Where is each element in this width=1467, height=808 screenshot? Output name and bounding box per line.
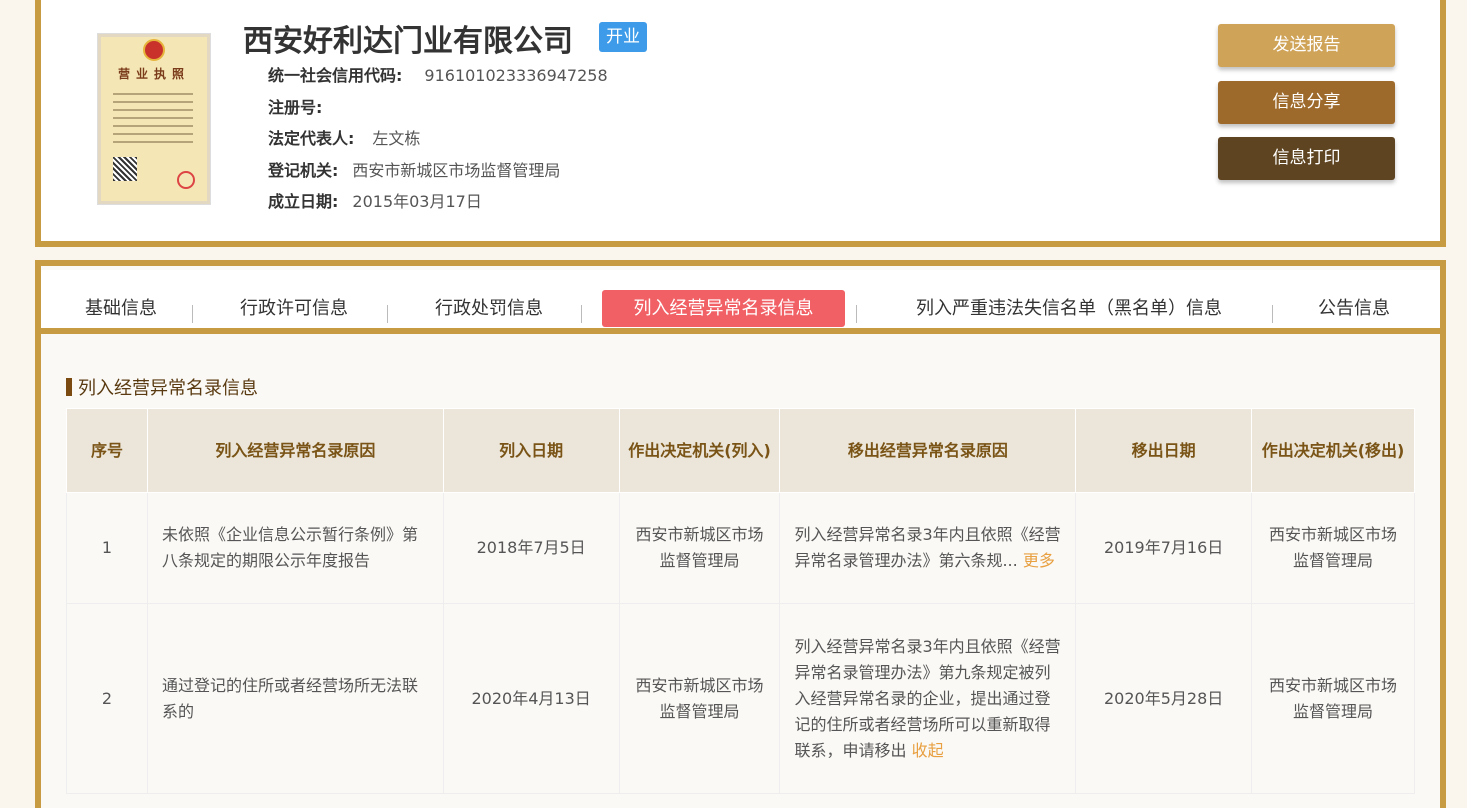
cell-authority-in: 西安市新城区市场监督管理局 — [618, 492, 781, 604]
tab-abnormal-operations[interactable]: 列入经营异常名录信息 — [602, 290, 845, 327]
establishment-date-label: 成立日期: — [268, 192, 339, 211]
registration-authority-label: 登记机关: — [268, 161, 339, 180]
tab-separator — [1272, 305, 1273, 323]
column-header-authority-in: 作出决定机关(列入) — [618, 408, 781, 493]
registration-authority-row: 登记机关: 西安市新城区市场监督管理局 — [268, 157, 560, 181]
tab-separator — [581, 305, 582, 323]
send-report-button[interactable]: 发送报告 — [1218, 24, 1395, 67]
print-info-button[interactable]: 信息打印 — [1218, 137, 1395, 180]
registration-number-label: 注册号: — [268, 98, 323, 117]
cell-authority-out: 西安市新城区市场监督管理局 — [1251, 492, 1415, 604]
table-header-row: 序号 列入经营异常名录原因 列入日期 作出决定机关(列入) 移出经营异常名录原因… — [66, 408, 1415, 493]
legal-representative-row: 法定代表人: 左文栋 — [268, 125, 420, 149]
tab-blacklist[interactable]: 列入严重违法失信名单（黑名单）信息 — [887, 290, 1251, 327]
license-title: 营业执照 — [117, 67, 190, 81]
column-header-date-out: 移出日期 — [1075, 408, 1253, 493]
cell-date-in: 2018年7月5日 — [442, 492, 620, 604]
official-stamp-icon — [177, 171, 195, 189]
company-header-card: 营业执照 西安好利达门业有限公司 开业 统一社会信用代码: 91610102333… — [35, 0, 1446, 247]
details-card: 基础信息 行政许可信息 行政处罚信息 列入经营异常名录信息 列入严重违法失信名单… — [35, 260, 1446, 808]
column-header-number: 序号 — [66, 408, 148, 493]
business-license-image: 营业执照 — [98, 34, 210, 204]
abnormal-operations-table: 序号 列入经营异常名录原因 列入日期 作出决定机关(列入) 移出经营异常名录原因… — [66, 408, 1415, 794]
tab-separator — [192, 305, 193, 323]
establishment-date-row: 成立日期: 2015年03月17日 — [268, 188, 482, 212]
tab-announcements[interactable]: 公告信息 — [1299, 290, 1409, 327]
column-header-date-in: 列入日期 — [442, 408, 620, 493]
license-text-lines — [113, 93, 193, 149]
cell-date-out: 2019年7月16日 — [1075, 492, 1253, 604]
share-info-button[interactable]: 信息分享 — [1218, 81, 1395, 124]
cell-date-in: 2020年4月13日 — [442, 603, 620, 794]
cell-authority-in: 西安市新城区市场监督管理局 — [618, 603, 781, 794]
cell-reason-out: 列入经营异常名录3年内且依照《经营异常名录管理办法》第六条规... 更多 — [779, 492, 1077, 604]
cell-date-out: 2020年5月28日 — [1075, 603, 1253, 794]
status-badge: 开业 — [599, 22, 647, 52]
section-title: 列入经营异常名录信息 — [66, 374, 258, 400]
reason-out-text: 列入经营异常名录3年内且依照《经营异常名录管理办法》第六条规... — [794, 525, 1061, 570]
cell-number: 2 — [66, 603, 148, 794]
cell-reason-out: 列入经营异常名录3年内且依照《经营异常名录管理办法》第九条规定被列入经营异常名录… — [779, 603, 1077, 794]
credit-code-value: 916101023336947258 — [424, 66, 608, 85]
cell-reason-in: 未依照《企业信息公示暂行条例》第八条规定的期限公示年度报告 — [146, 492, 444, 604]
national-emblem-icon — [143, 39, 165, 61]
column-header-authority-out: 作出决定机关(移出) — [1251, 408, 1415, 493]
credit-code-label: 统一社会信用代码: — [268, 66, 403, 85]
establishment-date-value: 2015年03月17日 — [352, 192, 482, 211]
column-header-reason-in: 列入经营异常名录原因 — [146, 408, 444, 493]
legal-representative-label: 法定代表人: — [268, 129, 355, 148]
credit-code-row: 统一社会信用代码: 916101023336947258 — [268, 62, 608, 86]
cell-reason-in: 通过登记的住所或者经营场所无法联系的 — [146, 603, 444, 794]
registration-authority-value: 西安市新城区市场监督管理局 — [352, 161, 561, 180]
cell-number: 1 — [66, 492, 148, 604]
registration-number-row: 注册号: — [268, 94, 336, 118]
qr-code-icon — [113, 157, 137, 181]
table-row: 1 未依照《企业信息公示暂行条例》第八条规定的期限公示年度报告 2018年7月5… — [66, 492, 1415, 604]
tab-basic-info[interactable]: 基础信息 — [71, 290, 171, 327]
legal-representative-value: 左文栋 — [372, 129, 421, 148]
more-link[interactable]: 更多 — [1023, 551, 1055, 570]
tab-admin-penalty[interactable]: 行政处罚信息 — [424, 290, 554, 327]
tab-separator — [856, 305, 857, 323]
collapse-link[interactable]: 收起 — [912, 741, 944, 760]
column-header-reason-out: 移出经营异常名录原因 — [779, 408, 1077, 493]
tab-admin-license[interactable]: 行政许可信息 — [229, 290, 359, 327]
tab-separator — [387, 305, 388, 323]
tab-bar: 基础信息 行政许可信息 行政处罚信息 列入经营异常名录信息 列入严重违法失信名单… — [41, 270, 1440, 334]
cell-authority-out: 西安市新城区市场监督管理局 — [1251, 603, 1415, 794]
company-name: 西安好利达门业有限公司 — [243, 24, 573, 59]
table-row: 2 通过登记的住所或者经营场所无法联系的 2020年4月13日 西安市新城区市场… — [66, 603, 1415, 794]
